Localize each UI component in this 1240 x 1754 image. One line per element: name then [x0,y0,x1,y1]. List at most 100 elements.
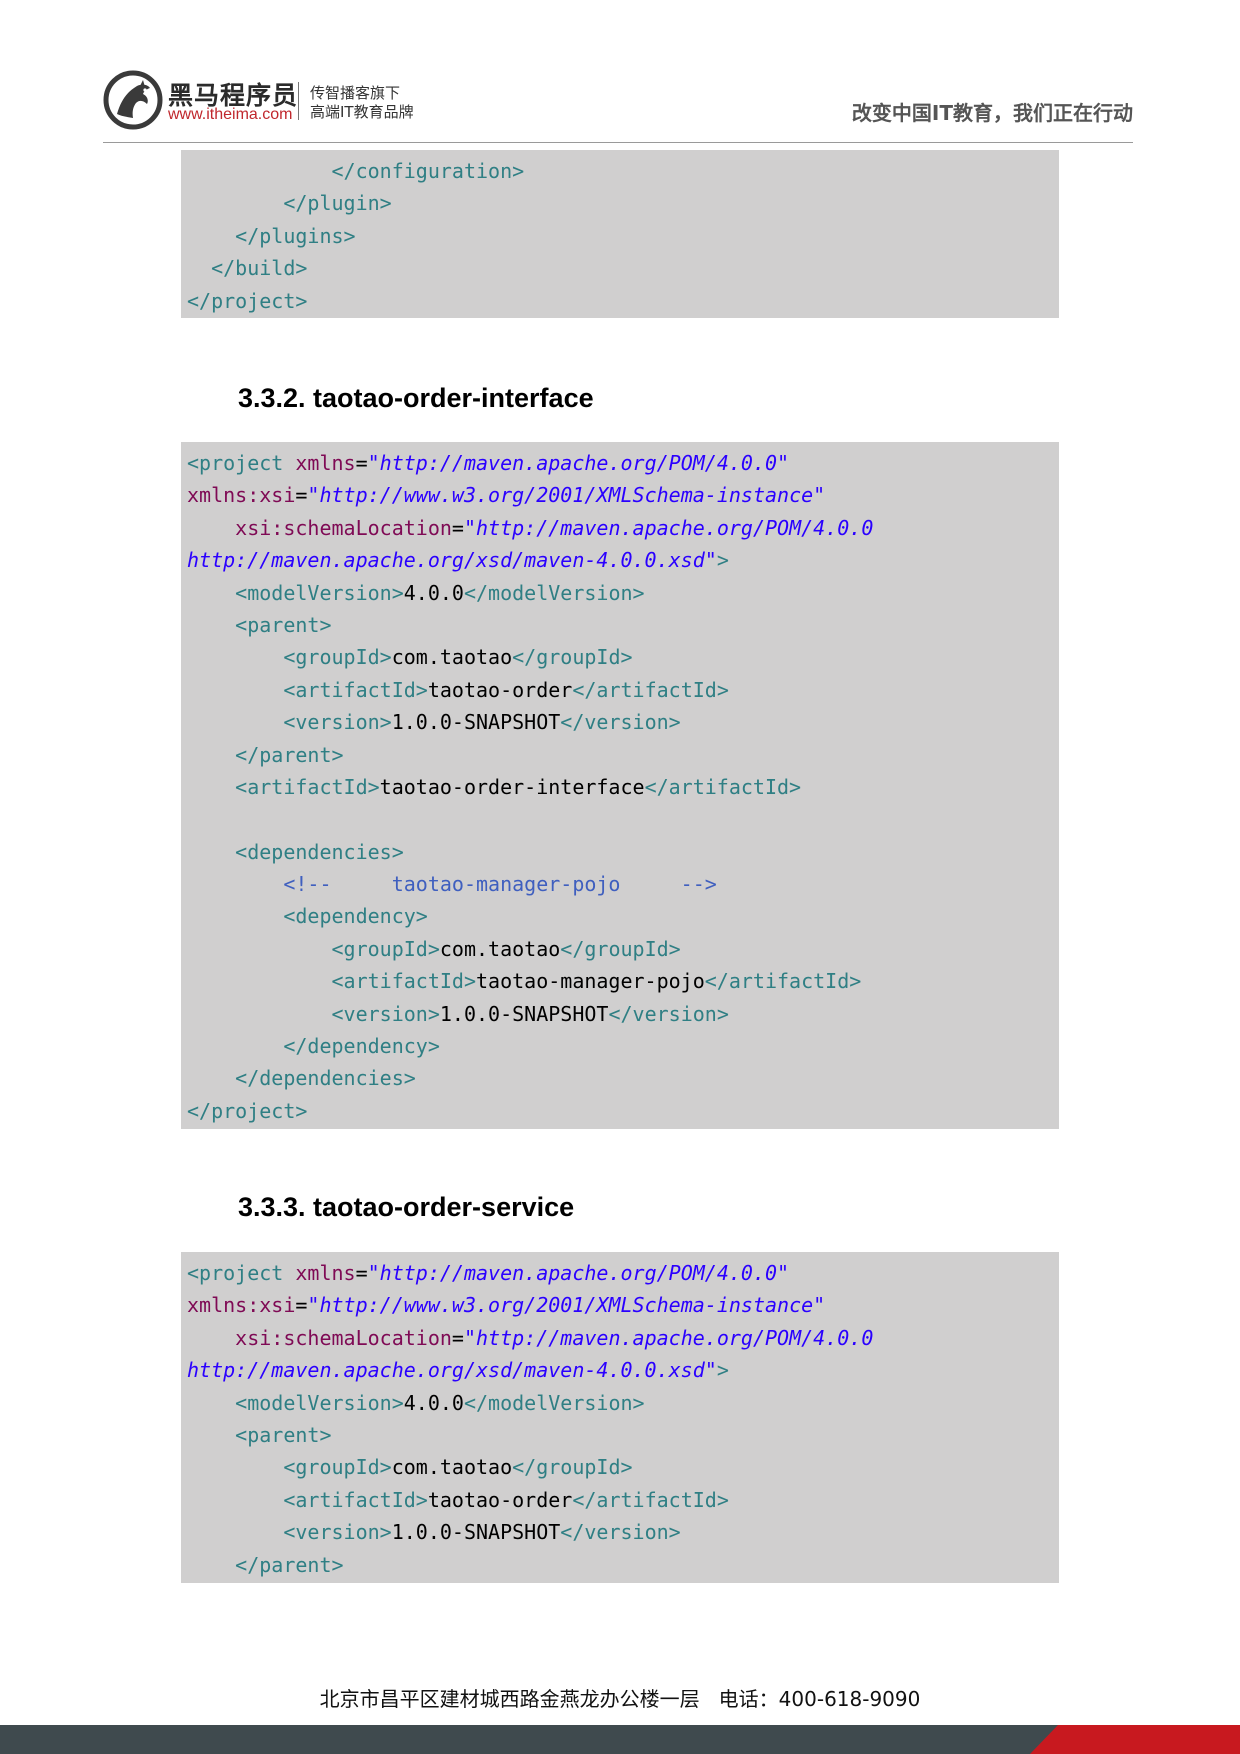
horse-logo-icon [103,70,163,130]
code-token: </version> [560,710,681,735]
code-token: <modelVersion> [187,1390,404,1415]
code-line: </plugin> [187,187,1059,219]
header-slogan: 改变中国IT教育，我们正在行动 [851,101,1133,125]
code-token: <groupId> [187,1455,392,1480]
brand-url: www.itheima.com [168,106,293,123]
code-token: </project> [187,1098,308,1123]
code-block-order-interface: <project xmlns="http://maven.apache.org/… [181,442,1059,1129]
code-token: <modelVersion> [187,580,404,605]
section-heading-order-service: 3.3.3. taotao-order-service [238,1192,575,1222]
code-token: 1.0.0-SNAPSHOT [391,710,561,735]
code-token: <groupId> [187,645,392,670]
code-token: = [355,1261,368,1285]
code-line: <groupId>com.taotao</groupId> [187,1451,1059,1483]
code-token: </artifactId> [704,969,862,994]
code-token: taotao-order-interface [379,774,645,799]
code-token: <version> [187,1001,440,1026]
code-line: <artifactId>taotao-order</artifactId> [187,1484,1059,1516]
code-line: </dependencies> [187,1062,1059,1094]
code-token: </build> [187,256,308,281]
code-line: <version>1.0.0-SNAPSHOT</version> [187,998,1059,1030]
code-token: "http://www.w3.org/2001/XMLSchema-instan… [307,483,826,508]
page-header: 黑马程序员 www.itheima.com 传智播客旗下 高端IT教育品牌 改变… [0,0,1240,145]
code-token: <project [187,1261,296,1285]
code-token: <version> [187,1520,392,1545]
code-token: </modelVersion> [463,1390,645,1415]
code-line: </parent> [187,1549,1059,1581]
brand-tagline-1: 传智播客旗下 [310,84,401,102]
code-token: = [451,515,464,540]
code-token: com.taotao [391,1455,513,1480]
code-token: 4.0.0 [403,1390,464,1415]
code-token: xsi:schemaLocation [235,1325,452,1350]
code-line: <modelVersion>4.0.0</modelVersion> [187,1387,1059,1419]
brand-divider [298,82,299,120]
code-line: </dependency> [187,1030,1059,1062]
footer-accent [1058,1725,1240,1754]
code-line: <artifactId>taotao-manager-pojo</artifac… [187,965,1059,997]
code-token: taotao-order [427,1487,573,1512]
code-token: 4.0.0 [403,580,464,605]
code-token: </parent> [187,1552,344,1577]
code-token: <artifactId> [187,1487,428,1512]
code-token: taotao-manager-pojo [475,969,705,994]
code-token: </plugins> [187,223,356,248]
code-line: </project> [187,285,1059,317]
code-token: xmlns:xsi [187,483,296,508]
code-token: <dependencies> [187,839,404,864]
code-block-order-service: <project xmlns="http://maven.apache.org/… [181,1252,1059,1583]
code-token: </dependency> [187,1034,440,1059]
code-line: <dependency> [187,900,1059,932]
code-token: "http://maven.apache.org/POM/4.0.0 [463,515,874,540]
code-line: <version>1.0.0-SNAPSHOT</version> [187,706,1059,738]
code-line: <!-- taotao-manager-pojo --> [187,868,1059,900]
code-token: 1.0.0-SNAPSHOT [391,1520,561,1545]
code-block-build-end: </configuration> </plugin> </plugins> </… [181,150,1059,318]
code-token: <project [187,451,296,475]
code-line: <project xmlns="http://maven.apache.org/… [187,1257,1059,1289]
code-token: "http://www.w3.org/2001/XMLSchema-instan… [307,1293,826,1318]
code-token: "http://maven.apache.org/POM/4.0.0" [367,451,790,475]
code-line: <artifactId>taotao-order</artifactId> [187,674,1059,706]
code-line: <groupId>com.taotao</groupId> [187,933,1059,965]
code-line: <version>1.0.0-SNAPSHOT</version> [187,1516,1059,1548]
code-token: = [451,1325,464,1350]
code-token: <artifactId> [187,677,428,702]
code-token: <parent> [187,1422,332,1447]
code-line: <project xmlns="http://maven.apache.org/… [187,447,1059,479]
code-token: <dependency> [187,904,428,929]
code-token: </artifactId> [644,774,802,799]
code-line: </project> [187,1095,1059,1127]
code-line: <modelVersion>4.0.0</modelVersion> [187,577,1059,609]
code-token: <artifactId> [187,774,380,799]
code-line: xsi:schemaLocation="http://maven.apache.… [187,512,1059,544]
code-token: </version> [608,1001,729,1026]
code-token: </groupId> [512,645,633,670]
code-token: </groupId> [512,1455,633,1480]
code-line: http://maven.apache.org/xsd/maven-4.0.0.… [187,544,1059,576]
code-token: <!-- taotao-manager-pojo --> [187,872,717,897]
code-line: <dependencies> [187,836,1059,868]
section-heading-order-interface: 3.3.2. taotao-order-interface [238,383,594,413]
code-token: > [716,548,729,573]
code-token: <version> [187,710,392,735]
code-token: > [716,1358,729,1383]
footer-accent-slant [1030,1725,1058,1754]
code-token: </groupId> [560,936,681,961]
code-token: xmlns [295,451,356,475]
code-token: 1.0.0-SNAPSHOT [439,1001,609,1026]
code-token: </dependencies> [187,1066,416,1091]
code-token: http://maven.apache.org/xsd/maven-4.0.0.… [187,548,717,573]
code-token: </artifactId> [572,1487,729,1512]
code-token: = [355,451,368,475]
code-token: </configuration> [187,159,525,183]
code-line: </parent> [187,739,1059,771]
code-token: = [295,1293,308,1318]
code-token: "http://maven.apache.org/POM/4.0.0" [367,1261,790,1285]
code-token: <groupId> [187,936,440,961]
code-token: </plugin> [187,191,392,216]
code-token: xsi:schemaLocation [235,515,452,540]
code-line: </plugins> [187,220,1059,252]
